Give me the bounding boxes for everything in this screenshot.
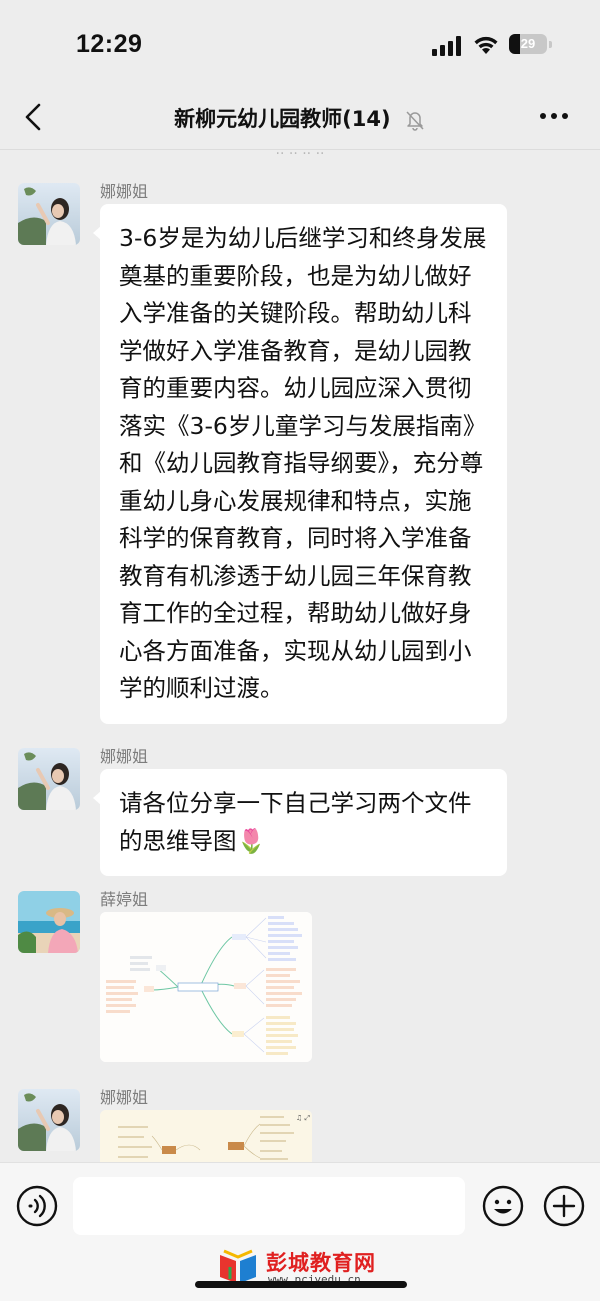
- avatar[interactable]: [18, 891, 80, 953]
- avatar[interactable]: [18, 748, 80, 810]
- avatar[interactable]: [18, 183, 80, 245]
- message-bubble[interactable]: 请各位分享一下自己学习两个文件的思维导图🌷: [93, 769, 507, 876]
- more-options-icon[interactable]: [538, 104, 570, 128]
- chat-header: 新柳元幼儿园教师(14): [0, 90, 600, 146]
- battery-indicator: 29: [509, 34, 547, 54]
- chat-title-wrap: 新柳元幼儿园教师(14): [0, 103, 600, 133]
- message-text: 3-6岁是为幼儿后继学习和终身发展奠基的重要阶段，也是为幼儿做好入学准备的关键阶…: [119, 224, 487, 702]
- header-divider: [0, 149, 600, 150]
- cellular-signal-icon: [432, 36, 461, 56]
- home-indicator[interactable]: [195, 1281, 407, 1288]
- message-text: 请各位分享一下自己学习两个文件的思维导图🌷: [119, 789, 472, 855]
- input-toolbar: 彭城教育网 www.pcjyedu.cn: [0, 1162, 600, 1301]
- svg-text:♫ ⤢: ♫ ⤢: [296, 1114, 311, 1122]
- muted-bell-icon: [406, 111, 424, 131]
- message-input[interactable]: [73, 1177, 465, 1235]
- mind-map-image[interactable]: [100, 912, 312, 1062]
- sender-name: 娜娜姐: [100, 182, 149, 201]
- voice-input-icon[interactable]: [16, 1185, 58, 1227]
- sender-name: 娜娜姐: [100, 1088, 149, 1107]
- wifi-icon: [474, 36, 498, 54]
- timestamp-fragment: ·· ·· ·· ··: [275, 146, 325, 156]
- add-more-icon[interactable]: [543, 1185, 585, 1227]
- status-bar: 12:29 29: [0, 0, 600, 90]
- emoji-icon[interactable]: [482, 1185, 524, 1227]
- status-time: 12:29: [76, 30, 143, 58]
- sender-name: 薛婷姐: [100, 890, 149, 909]
- sender-name: 娜娜姐: [100, 747, 149, 766]
- avatar[interactable]: [18, 1089, 80, 1151]
- chat-title: 新柳元幼儿园教师(14): [174, 107, 391, 131]
- mind-map-image[interactable]: ♫ ⤢: [100, 1110, 312, 1162]
- message-bubble[interactable]: 3-6岁是为幼儿后继学习和终身发展奠基的重要阶段，也是为幼儿做好入学准备的关键阶…: [93, 204, 507, 724]
- battery-level: 29: [520, 36, 536, 51]
